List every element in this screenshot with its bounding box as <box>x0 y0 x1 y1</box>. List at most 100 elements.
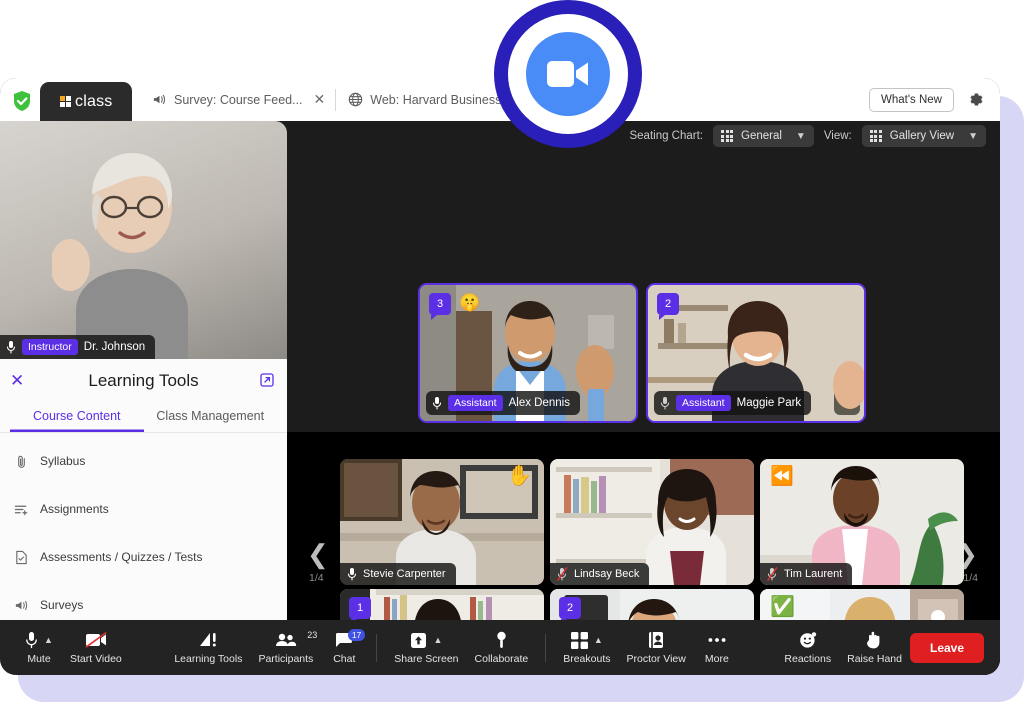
reaction-emoji: ✋ <box>507 466 532 486</box>
reaction-emoji: ⏪ <box>770 467 794 486</box>
participant-nametag: Tim Laurent <box>760 563 852 585</box>
chevron-down-icon: ▼ <box>796 131 806 142</box>
chat-button[interactable]: 17 Chat <box>321 630 367 665</box>
reactions-button[interactable]: Reactions <box>776 630 839 665</box>
instructor-video-tile[interactable]: Instructor Dr. Johnson <box>0 121 287 359</box>
participants-icon <box>275 630 297 650</box>
video-off-icon <box>85 630 107 650</box>
whats-new-button[interactable]: What's New <box>869 88 954 112</box>
chevron-up-icon[interactable]: ▲ <box>433 635 442 645</box>
breakouts-button[interactable]: ▲ Breakouts <box>555 630 618 665</box>
breakouts-grid-icon: ▲ <box>571 630 603 650</box>
learning-tools-button[interactable]: Learning Tools <box>166 630 250 665</box>
learning-tools-icon <box>198 630 218 650</box>
participant-tile-tim-laurent[interactable]: ⏪ Tim Laurent <box>760 459 964 585</box>
chevron-up-icon[interactable]: ▲ <box>44 635 53 645</box>
tab-survey[interactable]: Survey: Course Feed... ✕ <box>142 78 333 121</box>
close-icon[interactable]: ✕ <box>10 372 24 389</box>
lt-item-label: Assignments <box>40 502 109 516</box>
collaborate-label: Collaborate <box>475 653 529 665</box>
participant-tile-stevie-carpenter[interactable]: ✋ Stevie Carpenter <box>340 459 544 585</box>
participant-name: Lindsay Beck <box>574 568 639 580</box>
participants-button[interactable]: 23 Participants <box>250 630 321 665</box>
share-screen-label: Share Screen <box>394 653 458 665</box>
reactions-smiley-icon <box>799 630 817 650</box>
chevron-left-icon[interactable]: ❮ <box>307 541 329 567</box>
spacer <box>12 473 287 497</box>
view-select[interactable]: Gallery View ▼ <box>862 125 986 147</box>
raise-hand-button[interactable]: Raise Hand <box>839 630 910 665</box>
instructor-nametag: Instructor Dr. Johnson <box>0 335 155 359</box>
globe-icon <box>348 92 363 107</box>
seating-chart-select[interactable]: General ▼ <box>713 125 814 147</box>
external-link-icon[interactable] <box>260 373 274 387</box>
hand-number-badge: 2 <box>657 293 679 315</box>
zoom-camera-icon <box>526 32 610 116</box>
view-label: View: <box>824 130 852 142</box>
meeting-header-controls: Seating Chart: General ▼ View: Gallery V… <box>629 125 986 147</box>
lt-item-surveys[interactable]: Surveys <box>12 593 287 617</box>
mic-on-icon <box>6 340 16 354</box>
share-screen-button[interactable]: ▲ Share Screen <box>386 630 466 665</box>
learning-tools-title: Learning Tools <box>0 359 287 403</box>
start-video-button[interactable]: Start Video <box>62 630 130 665</box>
tab-course-content[interactable]: Course Content <box>10 403 144 432</box>
hand-number-badge: 2 <box>559 597 581 619</box>
reactions-label: Reactions <box>784 653 831 665</box>
participant-tile-alex-dennis[interactable]: 3 🤫 Assistant Alex Dennis <box>418 283 638 423</box>
lt-item-assessments[interactable]: Assessments / Quizzes / Tests <box>12 545 287 569</box>
tab-web-label: Web: Harvard Business.. <box>370 93 508 107</box>
tab-divider <box>335 89 336 111</box>
grid-icon <box>721 130 733 142</box>
spacer <box>12 521 287 545</box>
lt-item-label: Assessments / Quizzes / Tests <box>40 550 203 564</box>
more-dots-icon <box>708 630 726 650</box>
close-icon[interactable]: ✕ <box>314 91 326 108</box>
hand-number-badge: 1 <box>349 597 371 619</box>
page-indicator-left: 1/4 <box>309 572 324 584</box>
proctor-view-button[interactable]: Proctor View <box>619 630 694 665</box>
megaphone-icon <box>14 598 29 613</box>
chevron-down-icon: ▼ <box>968 131 978 142</box>
proctor-view-icon <box>648 630 664 650</box>
mic-on-icon: ▲ <box>25 630 53 650</box>
lt-item-syllabus[interactable]: Syllabus <box>12 449 287 473</box>
mic-muted-icon <box>557 567 568 581</box>
featured-participants-row: 3 🤫 Assistant Alex Dennis <box>418 283 866 423</box>
collaborate-button[interactable]: Collaborate <box>467 630 537 665</box>
grid-icon <box>870 130 882 142</box>
seating-chart-label: Seating Chart: <box>629 130 703 142</box>
participant-name: Maggie Park <box>737 397 802 409</box>
tab-class-management[interactable]: Class Management <box>144 403 278 432</box>
more-label: More <box>705 653 729 665</box>
participants-count: 23 <box>307 630 317 640</box>
toolbar-divider <box>545 634 546 662</box>
tab-class[interactable]: class <box>40 82 132 121</box>
mute-button[interactable]: ▲ Mute <box>16 630 62 665</box>
chat-unread-badge: 17 <box>348 629 365 641</box>
mic-on-icon <box>432 396 442 410</box>
leave-button[interactable]: Leave <box>910 633 984 663</box>
start-video-label: Start Video <box>70 653 122 665</box>
meeting-body: Seating Chart: General ▼ View: Gallery V… <box>0 121 1000 675</box>
chevron-up-icon[interactable]: ▲ <box>594 635 603 645</box>
paperclip-icon <box>14 454 29 469</box>
participant-tile-lindsay-beck[interactable]: Lindsay Beck <box>550 459 754 585</box>
more-button[interactable]: More <box>694 630 740 665</box>
meeting-toolbar: ▲ Mute Start Video Learning Tools <box>0 620 1000 675</box>
participant-role-badge: Assistant <box>676 395 731 411</box>
proctor-view-label: Proctor View <box>627 653 686 665</box>
share-screen-icon: ▲ <box>410 630 442 650</box>
lt-item-assignments[interactable]: Assignments <box>12 497 287 521</box>
mute-label: Mute <box>27 653 50 665</box>
gear-icon[interactable] <box>966 90 985 109</box>
learning-tools-label: Learning Tools <box>174 653 242 665</box>
participant-tile-maggie-park[interactable]: 2 Assistant Maggie Park <box>646 283 866 423</box>
participant-role-badge: Assistant <box>448 395 503 411</box>
participants-label: Participants <box>258 653 313 665</box>
view-value: Gallery View <box>890 130 954 142</box>
survey-megaphone-icon <box>152 92 167 107</box>
raise-hand-label: Raise Hand <box>847 653 902 665</box>
instructor-role-badge: Instructor <box>22 339 78 355</box>
participant-name: Tim Laurent <box>784 568 842 580</box>
